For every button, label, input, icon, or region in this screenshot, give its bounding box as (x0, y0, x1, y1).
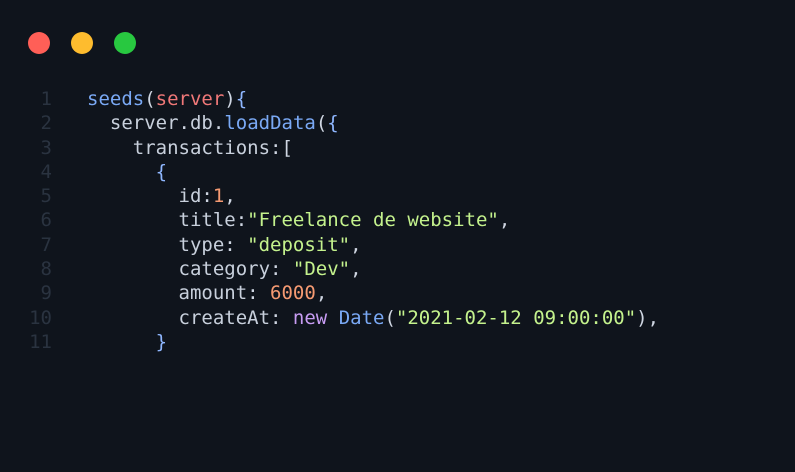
code-line: 7 type: "deposit", (0, 233, 795, 257)
code-token-fn: seeds (87, 88, 145, 110)
code-text: title:"Freelance de website", (87, 208, 511, 232)
code-token-punc: : (201, 185, 213, 208)
line-number: 6 (40, 209, 52, 232)
code-token-punc: ( (384, 306, 396, 329)
code-text: amount: 6000, (87, 281, 328, 305)
code-token-punc: , (498, 209, 511, 232)
code-token-param: server (155, 88, 225, 110)
code-line: 1 seeds(server){ (0, 87, 795, 111)
code-token-punc: ( (144, 88, 156, 110)
code-token-punc: . (178, 112, 190, 135)
code-token-punc: :[ (270, 136, 293, 159)
code-token-kw: new (292, 306, 328, 329)
code-text: } (87, 330, 167, 354)
code-token-punc: : (247, 282, 271, 305)
code-line: 6 title:"Freelance de website", (0, 208, 795, 232)
code-line: 9 amount: 6000, (0, 281, 795, 305)
code-token-fn: Date (338, 306, 385, 329)
line-number: 3 (40, 136, 52, 159)
close-window-button[interactable] (28, 32, 50, 54)
code-token-key: server (109, 112, 179, 135)
code-token-brace: { (235, 88, 248, 110)
code-token-punc (327, 307, 338, 329)
code-token-str: "Dev" (292, 258, 351, 281)
code-token-punc: ), (636, 306, 660, 329)
code-token-punc: : (270, 258, 293, 281)
code-token-key: category (178, 258, 271, 281)
code-token-key: createAt (178, 306, 271, 329)
code-text: type: "deposit", (87, 233, 362, 257)
line-number: 7 (40, 233, 52, 256)
code-text: createAt: new Date("2021-02-12 09:00:00"… (87, 306, 660, 330)
code-token-str: "2021-02-12 09:00:00" (395, 306, 637, 329)
code-text: transactions:[ (87, 136, 293, 160)
code-token-str: "deposit" (247, 233, 351, 256)
line-number: 11 (29, 330, 52, 353)
maximize-window-button[interactable] (114, 32, 136, 54)
code-token-punc: : (270, 306, 293, 329)
code-text: seeds(server){ (87, 87, 247, 111)
line-number: 4 (40, 160, 52, 183)
code-line: 11 } (0, 330, 795, 354)
line-number: 1 (40, 88, 52, 110)
code-line: 5 id:1, (0, 184, 795, 208)
line-number: 2 (40, 112, 52, 135)
code-editor[interactable]: 1 seeds(server){2 server.db.loadData({3 t… (0, 87, 795, 354)
code-line: 10 createAt: new Date("2021-02-12 09:00:… (0, 306, 795, 330)
line-number: 8 (40, 258, 52, 281)
code-token-punc: , (350, 233, 362, 256)
code-text: category: "Dev", (87, 257, 362, 281)
code-line: 2 server.db.loadData({ (0, 111, 795, 135)
code-line: 4 { (0, 160, 795, 184)
code-window: 1 seeds(server){2 server.db.loadData({3 t… (0, 0, 795, 472)
code-token-fn: loadData (224, 112, 316, 135)
code-token-num: 6000 (270, 282, 316, 305)
code-token-key: title (178, 209, 236, 232)
code-token-key: id (178, 185, 202, 208)
code-token-brace: } (155, 330, 168, 353)
code-token-punc: , (224, 185, 236, 208)
code-token-punc: ) (224, 88, 236, 110)
code-token-punc: ( (315, 112, 328, 135)
line-number: 9 (40, 282, 52, 305)
code-text: id:1, (87, 184, 236, 208)
code-token-brace: { (327, 112, 339, 135)
code-line: 3 transactions:[ (0, 136, 795, 160)
line-number: 5 (40, 185, 52, 208)
code-token-punc: : (224, 233, 248, 256)
code-token-brace: { (155, 160, 168, 183)
minimize-window-button[interactable] (71, 32, 93, 54)
code-token-key: type (178, 233, 225, 256)
code-token-key: transactions (132, 136, 271, 159)
code-token-str: "Freelance de website" (247, 209, 499, 232)
code-token-punc: . (212, 112, 225, 135)
code-token-punc: , (350, 258, 362, 281)
code-token-punc: , (315, 282, 328, 305)
code-text: server.db.loadData({ (87, 111, 339, 135)
line-number: 10 (29, 306, 52, 329)
code-token-num: 1 (212, 185, 225, 208)
code-token-punc: : (235, 209, 248, 232)
code-line: 8 category: "Dev", (0, 257, 795, 281)
code-token-key: amount (178, 282, 248, 305)
code-token-key: db (189, 112, 213, 135)
code-text: { (87, 160, 167, 184)
